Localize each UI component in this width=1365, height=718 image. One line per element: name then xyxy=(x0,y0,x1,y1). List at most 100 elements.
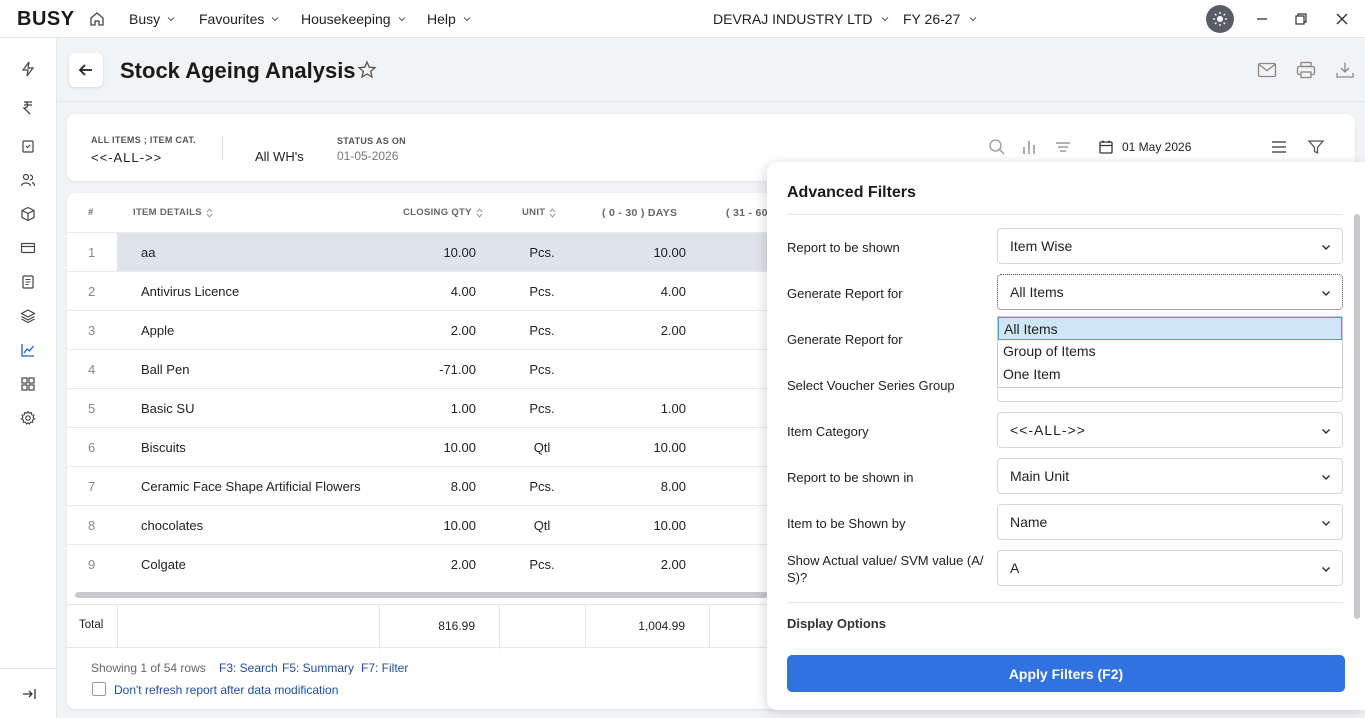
items-filter-label: ALL ITEMS ; ITEM CAT. xyxy=(91,135,196,145)
app-logo: BUSY xyxy=(17,8,75,30)
home-icon[interactable] xyxy=(89,11,105,27)
row-index: 4 xyxy=(88,362,96,377)
item-name: Ceramic Face Shape Artificial Flowers xyxy=(141,479,361,494)
f3-search-link[interactable]: F3: Search xyxy=(219,661,278,675)
document-icon xyxy=(22,275,34,289)
col-header-unit[interactable]: UNIT xyxy=(522,207,556,218)
top-bar: BUSY Busy Favourites Housekeeping Help D… xyxy=(0,0,1365,38)
download-icon[interactable] xyxy=(1335,61,1355,79)
sort-lines-icon[interactable] xyxy=(1054,138,1072,156)
field-label-generate-report-for: Generate Report for xyxy=(787,286,903,301)
qty-0-30-days: 4.00 xyxy=(660,284,686,299)
menu-favourites[interactable]: Favourites xyxy=(199,11,280,27)
menu-label: Busy xyxy=(129,11,161,27)
menu-icon[interactable] xyxy=(1269,137,1289,157)
option-one-item[interactable]: One Item xyxy=(998,363,1342,386)
report-shown-select[interactable]: Item Wise xyxy=(997,228,1343,264)
sidebar-item-settings[interactable] xyxy=(19,409,37,427)
col-header-closing-qty[interactable]: CLOSING QTY xyxy=(403,207,483,218)
qty-0-30-days: 8.00 xyxy=(660,479,686,494)
mail-icon[interactable] xyxy=(1257,61,1277,79)
sidebar-item-activity[interactable] xyxy=(19,60,37,78)
filter-icon[interactable] xyxy=(1307,138,1325,156)
qty-0-30-days: 10.00 xyxy=(653,245,686,260)
total-0-30-days: 1,004.99 xyxy=(638,619,685,633)
closing-qty: 2.00 xyxy=(450,557,476,572)
sidebar-item-layers[interactable] xyxy=(19,307,37,325)
f5-summary-link[interactable]: F5: Summary xyxy=(282,661,354,675)
sidebar-expand-button[interactable] xyxy=(0,668,57,718)
star-icon[interactable] xyxy=(357,60,377,80)
menu-help[interactable]: Help xyxy=(427,11,472,27)
company-selector[interactable]: DEVRAJ INDUSTRY LTD xyxy=(713,11,890,27)
dont-refresh-label[interactable]: Don't refresh report after data modifica… xyxy=(114,683,338,697)
qty-0-30-days: 10.00 xyxy=(653,440,686,455)
menu-busy[interactable]: Busy xyxy=(129,11,176,27)
page-title: Stock Ageing Analysis xyxy=(120,58,356,83)
horizontal-scrollbar[interactable] xyxy=(75,592,775,598)
menu-housekeeping[interactable]: Housekeeping xyxy=(301,11,407,27)
closing-qty: 2.00 xyxy=(450,323,476,338)
field-label-item-category: Item Category xyxy=(787,424,869,439)
lightning-icon xyxy=(21,61,35,77)
search-icon[interactable] xyxy=(988,138,1006,156)
warehouse-filter-value[interactable]: All WH's xyxy=(255,149,304,164)
close-window-button[interactable] xyxy=(1332,9,1352,29)
chevron-down-icon xyxy=(1321,566,1331,573)
qty-0-30-days: 2.00 xyxy=(660,557,686,572)
report-shown-in-select[interactable]: Main Unit xyxy=(997,458,1343,494)
sort-icon xyxy=(476,207,483,218)
company-name: DEVRAJ INDUSTRY LTD xyxy=(713,11,873,27)
col-header-31-60-days[interactable]: ( 31 - 60 xyxy=(726,207,768,219)
f7-filter-link[interactable]: F7: Filter xyxy=(361,661,408,675)
item-name: Basic SU xyxy=(141,401,195,416)
generate-report-for-select[interactable]: All Items xyxy=(997,274,1343,310)
actual-svm-value-select[interactable]: A xyxy=(997,550,1343,586)
option-group-of-items[interactable]: Group of Items xyxy=(998,340,1342,363)
col-header-item[interactable]: ITEM DETAILS xyxy=(133,207,213,218)
back-button[interactable] xyxy=(69,53,103,87)
calendar-icon[interactable] xyxy=(1098,139,1114,155)
chevron-down-icon xyxy=(882,17,889,22)
sidebar-item-reports[interactable] xyxy=(19,341,37,359)
apply-filters-button[interactable]: Apply Filters (F2) xyxy=(787,655,1345,692)
divider xyxy=(709,605,710,649)
fy-selector[interactable]: FY 26-27 xyxy=(903,11,978,27)
minimize-button[interactable] xyxy=(1252,9,1272,29)
bar-chart-icon[interactable] xyxy=(1021,138,1039,156)
panel-scrollbar[interactable] xyxy=(1354,214,1360,619)
users-icon xyxy=(20,173,36,187)
items-filter-value[interactable]: <<-ALL->> xyxy=(91,150,162,165)
select-value: Main Unit xyxy=(1010,468,1070,484)
print-icon[interactable] xyxy=(1296,61,1316,79)
sidebar-item-payments[interactable] xyxy=(19,239,37,257)
item-name: chocolates xyxy=(141,518,204,533)
item-category-select[interactable]: <<-ALL->> xyxy=(997,412,1343,448)
generate-report-dropdown-list: All Items Group of Items One Item xyxy=(997,316,1343,388)
close-icon xyxy=(1336,13,1348,25)
sidebar-item-finance[interactable] xyxy=(19,99,37,117)
sidebar-item-users[interactable] xyxy=(19,171,37,189)
total-label: Total xyxy=(79,619,104,631)
report-date[interactable]: 01 May 2026 xyxy=(1122,140,1191,154)
sidebar-item-orders[interactable] xyxy=(19,137,37,155)
sun-icon xyxy=(1213,12,1227,26)
chart-line-icon xyxy=(21,344,35,357)
dont-refresh-checkbox[interactable] xyxy=(92,682,106,696)
card-icon xyxy=(20,242,36,254)
row-index: 8 xyxy=(88,518,96,533)
col-header-index: # xyxy=(88,207,94,218)
col-header-0-30-days[interactable]: ( 0 - 30 ) DAYS xyxy=(602,207,677,219)
restore-button[interactable] xyxy=(1291,9,1311,29)
sidebar-item-documents[interactable] xyxy=(19,273,37,291)
item-name: Antivirus Licence xyxy=(141,284,240,299)
sidebar-item-inventory[interactable] xyxy=(19,205,37,223)
item-shown-by-select[interactable]: Name xyxy=(997,504,1343,540)
select-value: <<-ALL->> xyxy=(1010,422,1086,438)
item-name: aa xyxy=(141,245,156,260)
sidebar-item-apps[interactable] xyxy=(19,375,37,393)
option-all-items[interactable]: All Items xyxy=(998,317,1342,340)
rupee-icon xyxy=(22,101,32,115)
qty-0-30-days: 2.00 xyxy=(660,323,686,338)
theme-toggle-button[interactable] xyxy=(1206,5,1234,33)
